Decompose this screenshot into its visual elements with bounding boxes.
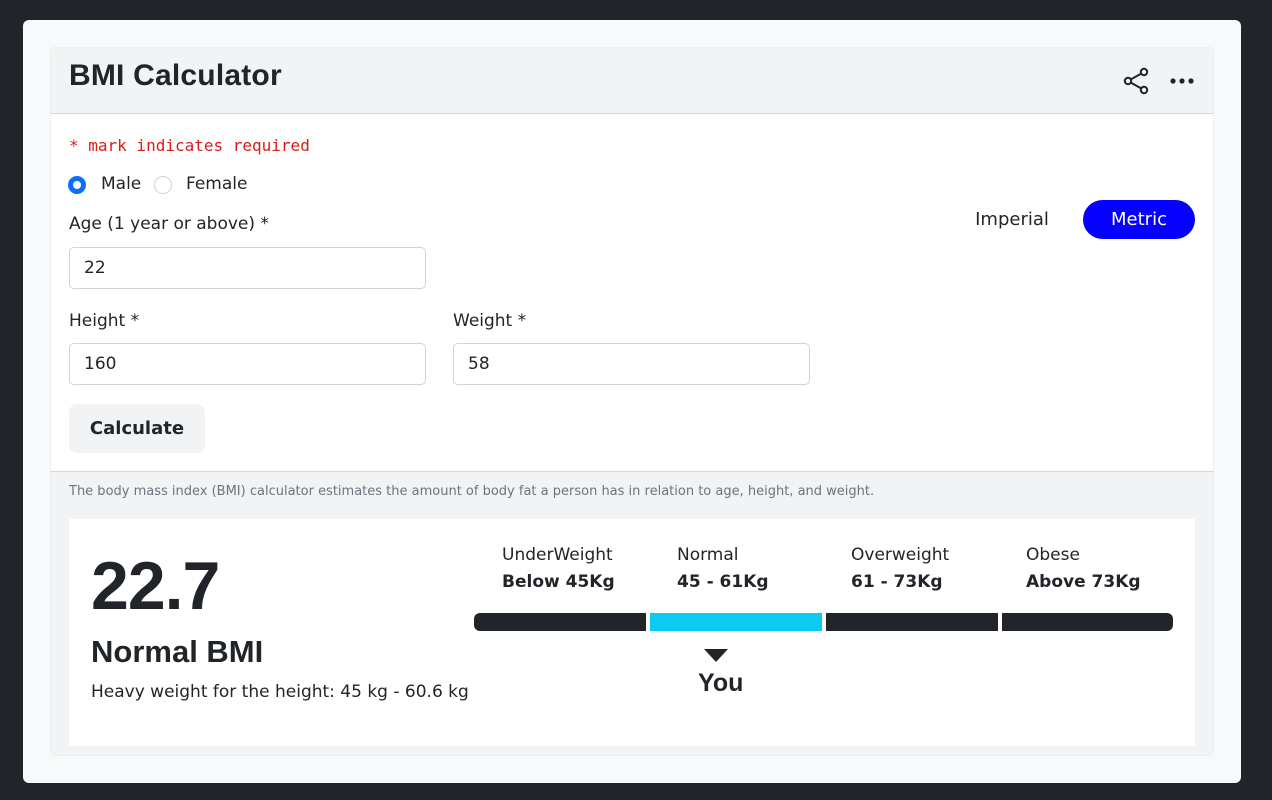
scale-range-normal: 45 - 61Kg: [677, 572, 769, 592]
scale-segment-overweight: [826, 613, 998, 631]
page-title: BMI Calculator: [69, 59, 282, 92]
weight-label: Weight *: [453, 311, 527, 331]
app-window: BMI Calculator * mark indicates required…: [23, 20, 1241, 783]
scale-segment-obese: [1002, 613, 1173, 631]
scale-range-obese: Above 73Kg: [1026, 572, 1141, 592]
age-label: Age (1 year or above) *: [69, 214, 269, 234]
bmi-category: Normal BMI: [91, 634, 264, 669]
metric-button[interactable]: Metric: [1083, 200, 1195, 239]
weight-input[interactable]: 58: [453, 343, 810, 385]
you-marker-arrow-icon: [704, 649, 728, 662]
female-radio[interactable]: [154, 176, 172, 194]
info-text: The body mass index (BMI) calculator est…: [69, 484, 875, 499]
required-note: * mark indicates required: [69, 136, 310, 155]
info-section: The body mass index (BMI) calculator est…: [51, 471, 1213, 755]
scale-range-underweight: Below 45Kg: [502, 572, 615, 592]
scale-name-normal: Normal: [677, 545, 739, 565]
result-box: 22.7 Normal BMI Heavy weight for the hei…: [69, 519, 1195, 746]
calculate-button[interactable]: Calculate: [69, 404, 205, 453]
share-icon[interactable]: [1120, 65, 1152, 97]
you-marker-label: You: [698, 669, 744, 697]
male-label[interactable]: Male: [101, 174, 141, 194]
scale-name-obese: Obese: [1026, 545, 1080, 565]
age-input[interactable]: 22: [69, 247, 426, 289]
scale-range-overweight: 61 - 73Kg: [851, 572, 943, 592]
bmi-value: 22.7: [91, 548, 220, 624]
female-label[interactable]: Female: [186, 174, 247, 194]
bmi-note: Heavy weight for the height: 45 kg - 60.…: [91, 682, 469, 702]
scale-segment-normal: [650, 613, 822, 631]
height-label: Height *: [69, 311, 140, 331]
bmi-card: BMI Calculator * mark indicates required…: [51, 48, 1213, 755]
male-radio[interactable]: [68, 176, 86, 194]
scale-name-underweight: UnderWeight: [502, 545, 613, 565]
card-header: BMI Calculator: [51, 48, 1213, 114]
more-icon[interactable]: [1166, 65, 1198, 97]
scale-name-overweight: Overweight: [851, 545, 950, 565]
imperial-button[interactable]: Imperial: [956, 200, 1068, 239]
scale-segment-underweight: [474, 613, 646, 631]
height-input[interactable]: 160: [69, 343, 426, 385]
